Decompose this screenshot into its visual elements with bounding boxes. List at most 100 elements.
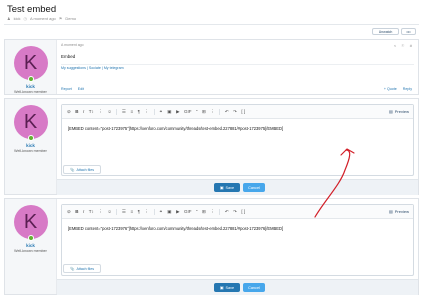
save-icon: ▣	[219, 286, 224, 290]
user-title: Well-known member	[14, 149, 47, 153]
font-size-icon[interactable]: T↕	[89, 209, 94, 214]
editor-content[interactable]: [EMBED content="post-1723975"]https://xe…	[68, 126, 283, 131]
quote-icon[interactable]: “	[196, 109, 198, 114]
image-icon[interactable]: ▣	[167, 209, 171, 215]
thread-tag[interactable]: Demo	[65, 16, 76, 21]
save-button[interactable]: ▣ Save	[214, 183, 240, 192]
bookmark-icon[interactable]: ⚐	[401, 43, 405, 48]
unwatch-button[interactable]: Unwatch	[372, 28, 399, 35]
more-text-icon[interactable]: ⋮	[98, 109, 103, 115]
avatar[interactable]: K	[13, 205, 48, 241]
toolbar-divider	[153, 208, 155, 215]
cancel-button[interactable]: Cancel	[243, 183, 265, 192]
redo-icon[interactable]: ↷	[233, 209, 237, 215]
post-actions-right: + Quote Reply	[384, 87, 412, 91]
media-icon[interactable]: ▶	[176, 209, 179, 215]
user-title: Well-known member	[14, 249, 47, 253]
preview-icon: ▤	[388, 109, 393, 114]
cancel-button[interactable]: Cancel	[243, 283, 265, 292]
avatar[interactable]: K	[13, 46, 48, 82]
post-time[interactable]: A moment ago	[61, 43, 84, 47]
undo-icon[interactable]: ↶	[225, 209, 229, 215]
gif-icon[interactable]: GIF	[184, 109, 192, 114]
bold-icon[interactable]: B	[75, 209, 78, 214]
avatar[interactable]: K	[13, 105, 48, 141]
insert-icon[interactable]: ⊞	[202, 209, 206, 215]
username[interactable]: kick	[26, 143, 35, 148]
save-icon: ▣	[219, 186, 224, 190]
thread-meta: ♟ kick ◷ A moment ago ⚑ Demo	[7, 16, 76, 21]
tag-icon: ⚑	[58, 16, 63, 21]
more-options-button[interactable]: •••	[401, 28, 416, 35]
thread-toolbar	[4, 24, 419, 37]
rich-text-editor[interactable]: ⊘ B I T↕ ⋮ ☺ ☰ ≡ ¶ ⋮ ⚭ ▣ ▶ GIF “ ⊞ ⋮ ↶ ↷…	[61, 204, 414, 276]
quote-link[interactable]: + Quote	[384, 87, 397, 91]
align-icon[interactable]: ≡	[130, 109, 133, 114]
link-icon[interactable]: ⚭	[159, 209, 163, 215]
online-indicator-icon	[27, 76, 34, 82]
redo-icon[interactable]: ↷	[233, 109, 237, 115]
font-size-icon[interactable]: T↕	[89, 109, 94, 114]
eraser-icon[interactable]: ⊘	[67, 109, 71, 115]
emoji-icon[interactable]: ☺	[107, 209, 112, 214]
preview-button[interactable]: ▤ Preview	[389, 109, 409, 114]
align-icon[interactable]: ≡	[130, 209, 133, 214]
image-icon[interactable]: ▣	[167, 109, 171, 115]
more-text-icon[interactable]: ⋮	[98, 209, 103, 215]
emoji-icon[interactable]: ☺	[107, 109, 112, 114]
username[interactable]: kick	[26, 243, 35, 248]
attach-files-button[interactable]: 📎 Attach files	[63, 264, 101, 273]
submit-bar: ▣ Save Cancel	[57, 179, 418, 195]
report-link[interactable]: Report	[61, 87, 72, 91]
code-toggle-icon[interactable]: [ ]	[241, 209, 245, 214]
rich-text-editor[interactable]: ⊘ B I T↕ ⋮ ☺ ☰ ≡ ¶ ⋮ ⚭ ▣ ▶ GIF “ ⊞ ⋮ ↶ ↷…	[61, 104, 414, 176]
thread-author[interactable]: kick	[14, 16, 21, 21]
italic-icon[interactable]: I	[83, 209, 84, 214]
toolbar-divider	[153, 108, 155, 115]
toolbar-divider	[219, 208, 221, 215]
user-title: Well-known member	[14, 90, 47, 94]
list-icon[interactable]: ☰	[122, 109, 126, 115]
reply-link[interactable]: Reply	[403, 87, 412, 91]
share-icon[interactable]: <	[394, 43, 396, 48]
link-icon[interactable]: ⚭	[159, 109, 163, 115]
editor-toolbar: ⊘ B I T↕ ⋮ ☺ ☰ ≡ ¶ ⋮ ⚭ ▣ ▶ GIF “ ⊞ ⋮ ↶ ↷…	[62, 105, 413, 119]
more-paragraph-icon[interactable]: ⋮	[145, 109, 150, 115]
post-user-cell: K kick Well-known member	[5, 199, 57, 294]
quote-icon[interactable]: “	[196, 209, 198, 214]
thread-time[interactable]: A moment ago	[30, 16, 56, 21]
paragraph-icon[interactable]: ¶	[138, 109, 140, 114]
post-user-cell: K kick Well-known member	[5, 99, 57, 194]
more-paragraph-icon[interactable]: ⋮	[145, 209, 150, 215]
insert-icon[interactable]: ⊞	[202, 109, 206, 115]
gif-icon[interactable]: GIF	[184, 209, 192, 214]
post-user-cell: K kick Well-known member	[5, 40, 57, 94]
italic-icon[interactable]: I	[83, 109, 84, 114]
paperclip-icon: 📎	[69, 266, 75, 271]
online-indicator-icon	[27, 135, 34, 141]
eraser-icon[interactable]: ⊘	[67, 209, 71, 215]
bold-icon[interactable]: B	[75, 109, 78, 114]
toolbar-divider	[219, 108, 221, 115]
list-icon[interactable]: ☰	[122, 209, 126, 215]
more-insert-icon[interactable]: ⋮	[210, 209, 215, 215]
thread-title: Test embed	[7, 4, 57, 15]
username[interactable]: kick	[26, 84, 35, 89]
toolbar-divider	[116, 208, 118, 215]
code-toggle-icon[interactable]: [ ]	[241, 109, 245, 114]
edit-link[interactable]: Edit	[78, 87, 84, 91]
undo-icon[interactable]: ↶	[225, 109, 229, 115]
media-icon[interactable]: ▶	[176, 109, 179, 115]
save-button[interactable]: ▣ Save	[214, 283, 240, 292]
signature-divider	[61, 64, 414, 65]
paragraph-icon[interactable]: ¶	[138, 209, 140, 214]
attach-files-button[interactable]: 📎 Attach files	[63, 165, 101, 174]
preview-button[interactable]: ▤ Preview	[389, 209, 409, 214]
more-insert-icon[interactable]: ⋮	[210, 109, 215, 115]
paperclip-icon: 📎	[69, 167, 75, 172]
submit-bar: ▣ Save Cancel	[57, 279, 418, 295]
post-actions-left: Report Edit	[61, 87, 84, 91]
editor-content[interactable]: [EMBED content="post-1723976"]https://xe…	[68, 226, 283, 231]
post-number-icon[interactable]: #	[410, 43, 412, 48]
signature[interactable]: My suggestions | Sociate | My telegram	[61, 66, 124, 70]
